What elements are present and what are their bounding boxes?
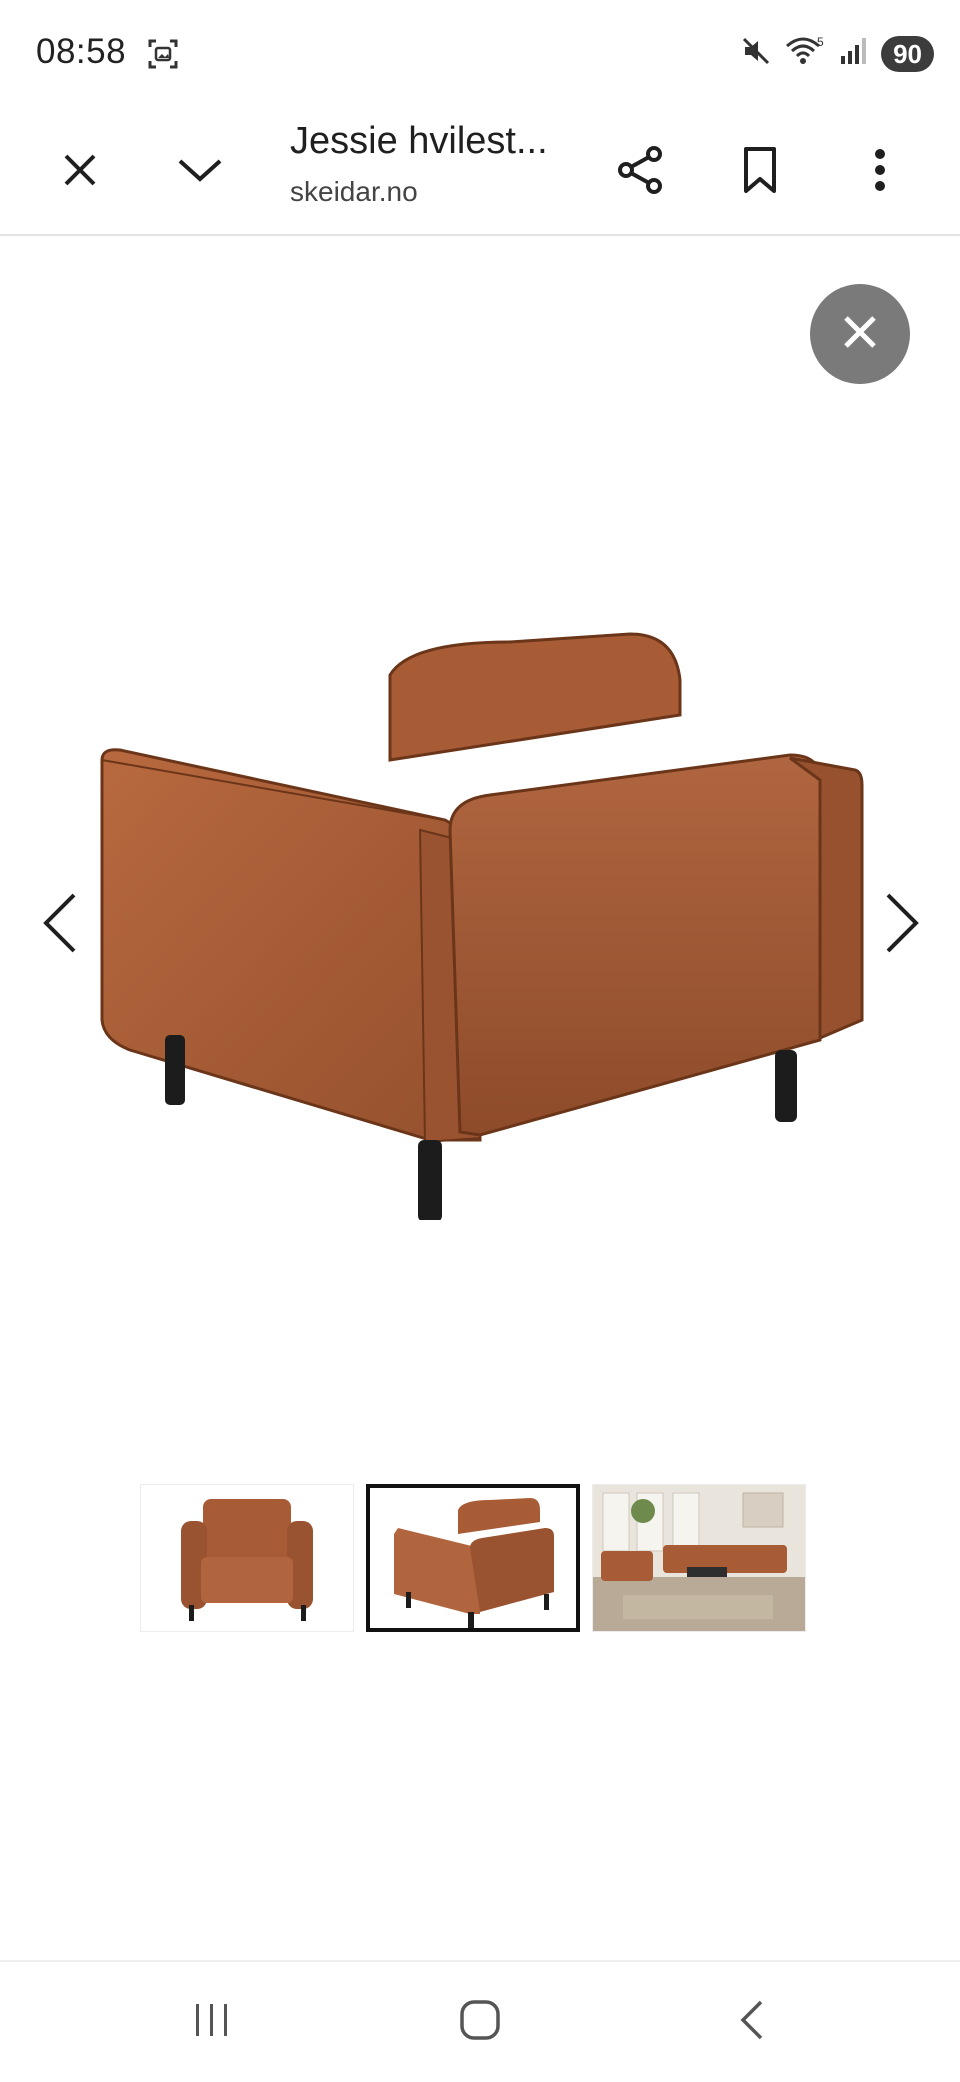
bookmark-button[interactable] [722,134,798,210]
back-button[interactable] [712,1992,792,2052]
chevron-right-icon [882,891,922,960]
signal-icon [837,34,871,73]
wifi-icon: 5 [783,34,827,73]
chevron-down-icon [176,155,224,190]
thumbnail-3[interactable] [592,1484,806,1632]
bookmark-icon [740,145,780,200]
page-domain: skeidar.no [290,176,418,207]
thumbnail-1[interactable] [140,1484,354,1632]
chevron-left-icon [40,891,80,960]
home-icon [458,1998,502,2047]
close-icon [840,312,880,357]
back-icon [737,1998,767,2047]
close-tab-button[interactable] [42,134,118,210]
system-navigation-bar [0,1960,960,2082]
recent-apps-button[interactable] [172,1992,252,2052]
minimize-button[interactable] [162,134,238,210]
page-title: Jessie hvilest... [290,120,548,162]
home-button[interactable] [440,1992,520,2052]
next-image-button[interactable] [862,880,942,970]
close-icon [60,150,100,195]
svg-text:5: 5 [817,35,824,49]
close-viewer-button[interactable] [810,284,910,384]
status-time: 08:58 [36,32,127,71]
recent-apps-icon [192,2000,232,2045]
screenshot-icon [146,37,180,76]
thumbnail-2[interactable] [366,1484,580,1632]
share-button[interactable] [602,134,678,210]
previous-image-button[interactable] [20,880,100,970]
share-icon [614,144,666,201]
mute-icon [739,34,773,73]
status-bar: 08:58 5 90 [0,0,960,108]
more-options-button[interactable] [842,134,918,210]
more-vert-icon [873,147,887,198]
battery-indicator: 90 [881,35,934,72]
product-image [100,632,864,1220]
thumbnail-strip [140,1484,806,1632]
